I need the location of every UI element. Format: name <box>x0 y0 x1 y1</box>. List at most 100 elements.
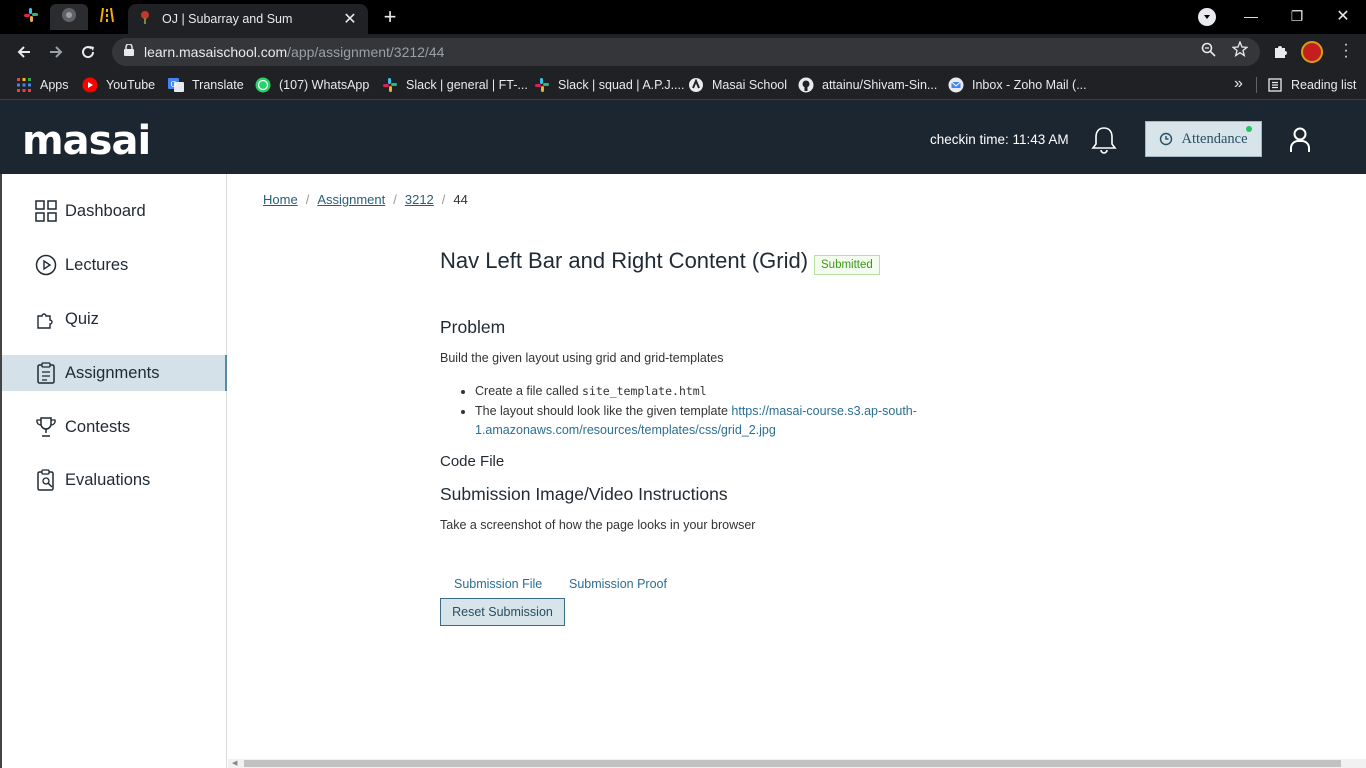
sidebar-item-label: Evaluations <box>65 470 151 489</box>
scrollbar-thumb[interactable] <box>244 760 1341 767</box>
reading-list-button[interactable]: Reading list <box>1267 76 1356 94</box>
minimize-button[interactable]: — <box>1236 4 1266 28</box>
url-text: learn.masaischool.com/app/assignment/321… <box>144 44 445 60</box>
user-profile-icon[interactable] <box>1288 126 1312 154</box>
bookmark-zoho[interactable]: Inbox - Zoho Mail (... <box>948 76 1087 94</box>
breadcrumb: Home / Assignment / 3212 / 44 <box>263 192 468 207</box>
evaluation-icon <box>35 469 57 491</box>
play-circle-icon <box>35 254 57 276</box>
zoho-mail-icon <box>948 77 964 93</box>
bookmark-translate[interactable]: G Translate <box>168 76 244 94</box>
breadcrumb-3212[interactable]: 3212 <box>405 192 434 207</box>
window-close-button[interactable]: ✕ <box>1328 4 1358 28</box>
sidebar-item-assignments[interactable]: Assignments <box>2 355 227 391</box>
reset-submission-button[interactable]: Reset Submission <box>440 598 565 626</box>
scroll-left-icon[interactable]: ◀ <box>232 759 237 767</box>
sidebar-item-contests[interactable]: Contests <box>2 409 227 445</box>
attendance-status-dot <box>1246 126 1252 132</box>
breadcrumb-home[interactable]: Home <box>263 192 298 207</box>
attendance-button[interactable]: Attendance <box>1145 121 1262 157</box>
sidebar-item-dashboard[interactable]: Dashboard <box>2 193 227 229</box>
extensions-puzzle-icon[interactable] <box>1270 42 1290 62</box>
close-icon[interactable]: ✕ <box>342 9 358 29</box>
breadcrumb-separator: / <box>305 192 310 207</box>
checkin-time: checkin time: 11:43 AM <box>930 132 1069 147</box>
status-badge: Submitted <box>814 255 880 275</box>
bookmarks-bar: Apps YouTube G Translate (107) WhatsApp … <box>0 70 1366 100</box>
browser-menu-icon[interactable]: · · · <box>1338 37 1354 65</box>
reload-icon <box>82 46 95 59</box>
lock-icon <box>124 43 134 61</box>
bookmark-youtube[interactable]: YouTube <box>82 76 155 94</box>
active-tab[interactable]: OJ | Subarray and Sum ✕ <box>128 4 368 34</box>
list-item: Create a file called site_template.html <box>475 382 940 402</box>
dashboard-grid-icon <box>35 200 57 222</box>
tab-search-button[interactable] <box>1198 8 1216 26</box>
tab-title: OJ | Subarray and Sum <box>162 12 293 26</box>
masai-logo[interactable]: masai <box>22 118 151 164</box>
bookmark-star-icon[interactable] <box>1231 40 1249 58</box>
new-tab-button[interactable]: + <box>378 4 402 29</box>
breadcrumb-separator: / <box>441 192 446 207</box>
breadcrumb-separator: / <box>393 192 397 207</box>
reading-list-icon <box>1267 77 1283 93</box>
forward-button[interactable] <box>44 40 68 64</box>
svg-text:G: G <box>171 80 177 89</box>
road-icon <box>100 7 114 28</box>
submission-instructions: Take a screenshot of how the page looks … <box>440 518 756 532</box>
slack-icon <box>23 7 39 28</box>
pinned-tab-globe[interactable] <box>50 4 88 30</box>
flower-icon <box>138 10 152 29</box>
page-title: Nav Left Bar and Right Content (Grid) <box>440 248 809 273</box>
breadcrumb-current: 44 <box>453 192 468 207</box>
notification-bell-icon[interactable] <box>1090 125 1118 155</box>
bookmark-github[interactable]: attainu/Shivam-Sin... <box>798 76 937 94</box>
bookmark-slack-general[interactable]: Slack | general | FT-... <box>382 76 528 94</box>
restore-button[interactable]: ❐ <box>1282 4 1312 28</box>
slack-icon <box>534 77 550 93</box>
slack-icon <box>382 77 398 93</box>
puzzle-icon <box>35 308 57 330</box>
browser-tab-strip: OJ | Subarray and Sum ✕ + — ❐ ✕ <box>0 0 1366 34</box>
globe-icon <box>61 7 77 28</box>
clipboard-icon <box>35 362 57 384</box>
submission-proof-button[interactable]: Submission Proof <box>569 577 667 591</box>
code-file-heading: Code File <box>440 453 505 470</box>
arrow-left-icon <box>17 46 30 58</box>
reload-button[interactable] <box>76 40 100 64</box>
filename-code: site_template.html <box>582 384 707 398</box>
youtube-icon <box>82 77 98 93</box>
sidebar-item-lectures[interactable]: Lectures <box>2 247 227 283</box>
problem-heading: Problem <box>440 317 506 337</box>
whatsapp-icon <box>255 77 271 93</box>
pinned-tab-road[interactable] <box>88 4 126 30</box>
bookmarks-divider <box>1256 77 1257 93</box>
back-button[interactable] <box>12 40 36 64</box>
sidebar-item-label: Lectures <box>65 255 129 274</box>
github-icon <box>798 77 814 93</box>
list-item: The layout should look like the given te… <box>475 402 940 441</box>
breadcrumb-assignment[interactable]: Assignment <box>317 192 385 207</box>
pinned-tab-slack[interactable] <box>12 4 50 30</box>
zoom-icon[interactable] <box>1199 40 1217 58</box>
sidebar-item-label: Assignments <box>65 363 160 382</box>
bookmark-masai[interactable]: Masai School <box>688 76 787 94</box>
sidebar-item-evaluations[interactable]: Evaluations <box>2 462 227 498</box>
sidebar-item-label: Contests <box>65 417 131 436</box>
apps-grid-icon <box>16 77 32 93</box>
sidebar-item-label: Dashboard <box>65 201 146 220</box>
horizontal-scrollbar[interactable]: ◀ <box>228 759 1366 768</box>
profile-avatar[interactable] <box>1301 41 1323 63</box>
more-bookmarks-button[interactable]: » <box>1234 75 1243 93</box>
submission-file-button[interactable]: Submission File <box>454 577 542 591</box>
problem-text: Build the given layout using grid and gr… <box>440 351 724 365</box>
bookmark-slack-squad[interactable]: Slack | squad | A.P.J.... <box>534 76 684 94</box>
bookmark-whatsapp[interactable]: (107) WhatsApp <box>255 76 369 94</box>
submission-heading: Submission Image/Video Instructions <box>440 484 728 504</box>
sidebar-item-quiz[interactable]: Quiz <box>2 301 227 337</box>
browser-toolbar: learn.masaischool.com/app/assignment/321… <box>0 34 1366 70</box>
address-bar[interactable]: learn.masaischool.com/app/assignment/321… <box>112 38 1260 66</box>
sidebar-item-label: Quiz <box>65 309 99 328</box>
bookmark-apps[interactable]: Apps <box>16 76 69 94</box>
problem-bullets: Create a file called site_template.html … <box>460 382 940 441</box>
